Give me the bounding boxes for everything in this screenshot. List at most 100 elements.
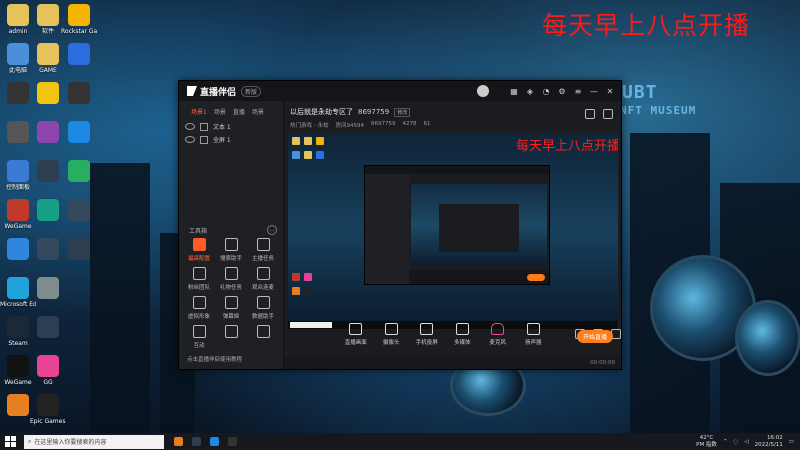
taskbar-app-icon[interactable] [192,437,201,446]
preview-desktop-icon [304,137,312,145]
app-icon [37,121,59,143]
source-button-label: 麦克风 [489,339,506,346]
taskbar-app-icon[interactable] [174,437,183,446]
desktop-icon[interactable]: Rockstar Games [61,4,97,42]
source-button[interactable]: 摄像头 [380,322,404,346]
start-button[interactable] [5,436,16,447]
toolbox-item[interactable]: 粉丝团队 [183,267,215,293]
stream-preview[interactable]: 每天早上八点开播 [288,133,618,329]
toolbox-item[interactable]: 互动 [183,325,215,351]
minimize-button[interactable]: — [589,86,599,96]
wegame-icon [7,355,29,377]
weather-widget[interactable]: 42°C PM 指数 [696,435,717,449]
stat-category[interactable]: 热门游戏 - 永劫 [290,121,328,129]
desktop-icon[interactable] [61,199,97,237]
app-icon [68,199,90,221]
toolbox-item[interactable] [247,325,279,351]
desktop-icon[interactable]: GG [30,355,66,393]
taskbar-app-icon[interactable] [210,437,219,446]
toolbox-item[interactable]: 主播任务 [247,238,279,264]
settings-icon[interactable]: ⚙ [557,86,567,96]
source-button[interactable]: 扬声器 [522,322,546,346]
source-button-label: 手机投屏 [415,339,438,346]
tab-scene-3[interactable]: 直播 [233,107,245,116]
close-button[interactable]: ✕ [605,86,615,96]
source-button[interactable]: 手机投屏 [415,322,439,346]
toolbox-item[interactable] [215,325,247,351]
eye-icon[interactable] [185,136,195,143]
edge-icon [7,277,29,299]
layout-icon[interactable] [585,109,595,119]
desktop-icon[interactable] [30,277,66,315]
title-bar[interactable]: 直播伴侣 新版 ▦ ◈ ◔ ⚙ ≡ — ✕ [179,81,621,101]
network-icon[interactable]: ◌ [734,439,739,445]
windows-logo-icon [5,442,10,447]
grid-icon[interactable]: ▦ [509,86,519,96]
desktop-icon[interactable] [61,43,97,81]
source-button[interactable]: 多媒体 [451,322,475,346]
app-icon [7,394,29,416]
tab-scene-4[interactable]: 场景 [252,107,264,116]
taskbar-search[interactable]: ⌕ 在这里输入你要搜索的内容 [24,434,164,449]
shirt-icon[interactable]: ◈ [525,86,535,96]
toolbox-item[interactable]: 福袋配置 [183,238,215,264]
status-bar: 00:00:00 [284,357,621,369]
control-panel-icon [7,160,29,182]
wallpaper-building [90,163,150,433]
taskbar-app-icon[interactable] [228,437,237,446]
more-icon[interactable]: … [267,225,277,235]
desktop-icon[interactable]: Epic Games Launcher [30,394,66,432]
screen-source-icon [200,135,208,144]
mic-icon [491,322,505,335]
source-button[interactable]: 麦克风 [486,322,510,346]
wegame-icon [7,199,29,221]
tab-scene-1[interactable]: 场景1 [191,107,207,116]
version-badge[interactable]: 新版 [241,85,262,97]
computer-icon [7,43,29,65]
edit-button[interactable]: 修改 [394,107,411,117]
notification-icon[interactable]: ▭ [789,439,794,445]
avatar[interactable] [477,85,489,97]
volume-icon[interactable]: ◁ [744,439,748,445]
preview-desktop-icon [292,287,300,295]
toolbox-item[interactable]: 虚拟形象 [183,296,215,322]
epic-icon [37,394,59,416]
go-live-button[interactable]: 开始直播 [577,330,613,343]
desktop-icon[interactable] [61,238,97,276]
toolbox-item[interactable]: 搜索助手 [215,238,247,264]
tab-scene-2[interactable]: 场景 [214,107,226,116]
toolbox-item[interactable]: 观众连麦 [247,267,279,293]
user-folder-icon [7,4,29,26]
app-icon [7,121,29,143]
chevron-up-icon[interactable]: ⌃ [723,439,728,445]
fullscreen-icon[interactable] [603,109,613,119]
desktop-icon[interactable] [30,316,66,354]
desktop-icon[interactable] [61,121,97,159]
desktop-icon[interactable] [61,160,97,198]
toolbox-item[interactable]: 弹幕姬 [215,296,247,322]
search-icon: ⌕ [28,437,32,445]
app-logo: 直播伴侣 [187,85,236,98]
app-icon [68,82,90,104]
bell-icon[interactable]: ◔ [541,86,551,96]
desktop-icon[interactable] [61,82,97,120]
toolbox-item[interactable]: 礼物任务 [215,267,247,293]
windows-logo-icon [11,442,16,447]
tool-label: 数据助手 [251,314,274,320]
source-item-text[interactable]: 文本 1 [179,120,283,133]
stat-viewers: 61 [423,121,431,127]
source-item-fullscreen[interactable]: 全屏 1 [179,133,283,146]
tutorial-link[interactable]: 点击直播伴侣使用教程 [187,355,242,363]
toolbox-item[interactable]: 数据助手 [247,296,279,322]
clock[interactable]: 16:02 2022/5/11 [755,435,783,449]
app-icon [68,160,90,182]
eye-icon[interactable] [185,123,195,130]
tool-icon [192,325,206,338]
source-button-label: 扬声器 [524,339,542,346]
menu-icon[interactable]: ≡ [573,86,583,96]
nested-sidebar [365,174,409,284]
source-button[interactable]: 直播画面 [344,322,368,346]
preview-desktop-icon [292,273,300,281]
source-toolbar: 直播画面 摄像头 手机投屏 多媒体 麦克风 扬声器 [284,313,621,355]
nested-preview [411,184,547,266]
